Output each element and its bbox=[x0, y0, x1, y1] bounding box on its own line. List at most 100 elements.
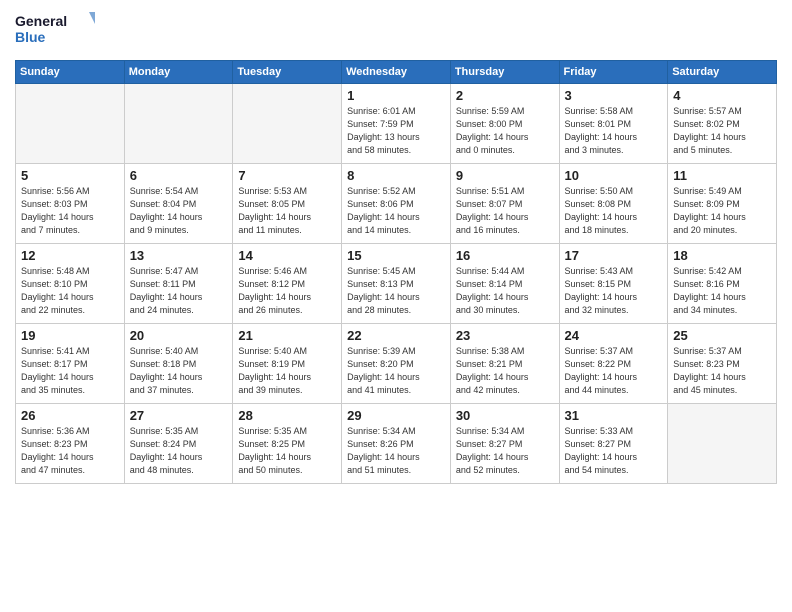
day-number: 29 bbox=[347, 408, 445, 423]
calendar-cell: 13 Sunrise: 5:47 AMSunset: 8:11 PMDayligh… bbox=[124, 244, 233, 324]
day-number: 31 bbox=[565, 408, 663, 423]
day-info: Sunrise: 5:37 AMSunset: 8:23 PMDaylight:… bbox=[673, 345, 771, 397]
day-info: Sunrise: 5:57 AMSunset: 8:02 PMDaylight:… bbox=[673, 105, 771, 157]
day-info: Sunrise: 5:56 AMSunset: 8:03 PMDaylight:… bbox=[21, 185, 119, 237]
weekday-header-friday: Friday bbox=[559, 61, 668, 84]
day-number: 30 bbox=[456, 408, 554, 423]
calendar-week-row-3: 12Sunrise: 5:48 AMSunset: 8:10 PMDayligh… bbox=[16, 244, 777, 324]
calendar-cell: 11 Sunrise: 5:49 AMSunset: 8:09 PMDayligh… bbox=[668, 164, 777, 244]
day-info: Sunrise: 5:37 AMSunset: 8:22 PMDaylight:… bbox=[565, 345, 663, 397]
calendar-cell: 2Sunrise: 5:59 AMSunset: 8:00 PMDaylight… bbox=[450, 84, 559, 164]
day-info: Sunrise: 5:49 AMSunset: 8:09 PMDaylight:… bbox=[673, 185, 771, 237]
day-info: Sunrise: 5:53 AMSunset: 8:05 PMDaylight:… bbox=[238, 185, 336, 237]
calendar-cell: 8Sunrise: 5:52 AMSunset: 8:06 PMDaylight… bbox=[342, 164, 451, 244]
day-info: Sunrise: 6:01 AMSunset: 7:59 PMDaylight:… bbox=[347, 105, 445, 157]
calendar-cell: 17Sunrise: 5:43 AMSunset: 8:15 PMDayligh… bbox=[559, 244, 668, 324]
calendar-cell: 15 Sunrise: 5:45 AMSunset: 8:13 PMDayligh… bbox=[342, 244, 451, 324]
calendar-cell: 26 Sunrise: 5:36 AMSunset: 8:23 PMDayligh… bbox=[16, 404, 125, 484]
day-number: 21 bbox=[238, 328, 336, 343]
day-number: 25 bbox=[673, 328, 771, 343]
day-info: Sunrise: 5:47 AMSunset: 8:11 PMDaylight:… bbox=[130, 265, 228, 317]
calendar-cell: 14 Sunrise: 5:46 AMSunset: 8:12 PMDayligh… bbox=[233, 244, 342, 324]
day-info: Sunrise: 5:35 AMSunset: 8:25 PMDaylight:… bbox=[238, 425, 336, 477]
calendar-cell bbox=[124, 84, 233, 164]
day-number: 24 bbox=[565, 328, 663, 343]
day-info: Sunrise: 5:44 AMSunset: 8:14 PMDaylight:… bbox=[456, 265, 554, 317]
day-info: Sunrise: 5:38 AMSunset: 8:21 PMDaylight:… bbox=[456, 345, 554, 397]
logo: General Blue bbox=[15, 10, 95, 52]
calendar-cell: 6 Sunrise: 5:54 AMSunset: 8:04 PMDaylight… bbox=[124, 164, 233, 244]
day-number: 12 bbox=[21, 248, 119, 263]
day-info: Sunrise: 5:34 AMSunset: 8:26 PMDaylight:… bbox=[347, 425, 445, 477]
day-number: 18 bbox=[673, 248, 771, 263]
calendar-cell: 24 Sunrise: 5:37 AMSunset: 8:22 PMDayligh… bbox=[559, 324, 668, 404]
day-info: Sunrise: 5:52 AMSunset: 8:06 PMDaylight:… bbox=[347, 185, 445, 237]
calendar-cell bbox=[668, 404, 777, 484]
day-number: 1 bbox=[347, 88, 445, 103]
day-info: Sunrise: 5:58 AMSunset: 8:01 PMDaylight:… bbox=[565, 105, 663, 157]
logo-svg: General Blue bbox=[15, 10, 95, 52]
calendar-cell: 25 Sunrise: 5:37 AMSunset: 8:23 PMDayligh… bbox=[668, 324, 777, 404]
day-info: Sunrise: 5:46 AMSunset: 8:12 PMDaylight:… bbox=[238, 265, 336, 317]
calendar-table: SundayMondayTuesdayWednesdayThursdayFrid… bbox=[15, 60, 777, 484]
calendar-cell: 23 Sunrise: 5:38 AMSunset: 8:21 PMDayligh… bbox=[450, 324, 559, 404]
calendar-cell: 10 Sunrise: 5:50 AMSunset: 8:08 PMDayligh… bbox=[559, 164, 668, 244]
day-number: 26 bbox=[21, 408, 119, 423]
calendar-cell: 29 Sunrise: 5:34 AMSunset: 8:26 PMDayligh… bbox=[342, 404, 451, 484]
page: General Blue SundayMondayTuesdayWednesda… bbox=[0, 0, 792, 612]
calendar-cell: 30 Sunrise: 5:34 AMSunset: 8:27 PMDayligh… bbox=[450, 404, 559, 484]
day-number: 15 bbox=[347, 248, 445, 263]
calendar-cell: 20 Sunrise: 5:40 AMSunset: 8:18 PMDayligh… bbox=[124, 324, 233, 404]
day-info: Sunrise: 5:54 AMSunset: 8:04 PMDaylight:… bbox=[130, 185, 228, 237]
day-number: 4 bbox=[673, 88, 771, 103]
weekday-header-thursday: Thursday bbox=[450, 61, 559, 84]
calendar-cell: 9 Sunrise: 5:51 AMSunset: 8:07 PMDaylight… bbox=[450, 164, 559, 244]
day-info: Sunrise: 5:41 AMSunset: 8:17 PMDaylight:… bbox=[21, 345, 119, 397]
day-info: Sunrise: 5:40 AMSunset: 8:18 PMDaylight:… bbox=[130, 345, 228, 397]
calendar-week-row-5: 26 Sunrise: 5:36 AMSunset: 8:23 PMDayligh… bbox=[16, 404, 777, 484]
weekday-header-wednesday: Wednesday bbox=[342, 61, 451, 84]
day-info: Sunrise: 5:36 AMSunset: 8:23 PMDaylight:… bbox=[21, 425, 119, 477]
day-number: 22 bbox=[347, 328, 445, 343]
day-number: 14 bbox=[238, 248, 336, 263]
day-info: Sunrise: 5:40 AMSunset: 8:19 PMDaylight:… bbox=[238, 345, 336, 397]
day-info: Sunrise: 5:51 AMSunset: 8:07 PMDaylight:… bbox=[456, 185, 554, 237]
day-number: 5 bbox=[21, 168, 119, 183]
day-number: 13 bbox=[130, 248, 228, 263]
weekday-header-monday: Monday bbox=[124, 61, 233, 84]
calendar-cell: 18Sunrise: 5:42 AMSunset: 8:16 PMDayligh… bbox=[668, 244, 777, 324]
weekday-header-sunday: Sunday bbox=[16, 61, 125, 84]
day-number: 23 bbox=[456, 328, 554, 343]
day-number: 19 bbox=[21, 328, 119, 343]
day-info: Sunrise: 5:45 AMSunset: 8:13 PMDaylight:… bbox=[347, 265, 445, 317]
calendar-cell: 16 Sunrise: 5:44 AMSunset: 8:14 PMDayligh… bbox=[450, 244, 559, 324]
day-number: 6 bbox=[130, 168, 228, 183]
calendar-cell: 19 Sunrise: 5:41 AMSunset: 8:17 PMDayligh… bbox=[16, 324, 125, 404]
day-info: Sunrise: 5:43 AMSunset: 8:15 PMDaylight:… bbox=[565, 265, 663, 317]
calendar-cell: 12Sunrise: 5:48 AMSunset: 8:10 PMDayligh… bbox=[16, 244, 125, 324]
day-info: Sunrise: 5:34 AMSunset: 8:27 PMDaylight:… bbox=[456, 425, 554, 477]
weekday-header-row: SundayMondayTuesdayWednesdayThursdayFrid… bbox=[16, 61, 777, 84]
calendar-week-row-2: 5 Sunrise: 5:56 AMSunset: 8:03 PMDaylight… bbox=[16, 164, 777, 244]
day-number: 16 bbox=[456, 248, 554, 263]
day-number: 11 bbox=[673, 168, 771, 183]
svg-text:Blue: Blue bbox=[15, 29, 46, 45]
header: General Blue bbox=[15, 10, 777, 52]
day-number: 3 bbox=[565, 88, 663, 103]
day-info: Sunrise: 5:35 AMSunset: 8:24 PMDaylight:… bbox=[130, 425, 228, 477]
calendar-cell: 1 Sunrise: 6:01 AMSunset: 7:59 PMDaylight… bbox=[342, 84, 451, 164]
calendar-cell bbox=[16, 84, 125, 164]
day-info: Sunrise: 5:50 AMSunset: 8:08 PMDaylight:… bbox=[565, 185, 663, 237]
day-number: 10 bbox=[565, 168, 663, 183]
calendar-week-row-1: 1 Sunrise: 6:01 AMSunset: 7:59 PMDaylight… bbox=[16, 84, 777, 164]
calendar-cell: 28Sunrise: 5:35 AMSunset: 8:25 PMDayligh… bbox=[233, 404, 342, 484]
day-number: 27 bbox=[130, 408, 228, 423]
calendar-cell: 22Sunrise: 5:39 AMSunset: 8:20 PMDayligh… bbox=[342, 324, 451, 404]
day-number: 20 bbox=[130, 328, 228, 343]
calendar-cell: 4 Sunrise: 5:57 AMSunset: 8:02 PMDaylight… bbox=[668, 84, 777, 164]
day-info: Sunrise: 5:33 AMSunset: 8:27 PMDaylight:… bbox=[565, 425, 663, 477]
day-number: 9 bbox=[456, 168, 554, 183]
calendar-cell: 7Sunrise: 5:53 AMSunset: 8:05 PMDaylight… bbox=[233, 164, 342, 244]
calendar-cell bbox=[233, 84, 342, 164]
day-number: 2 bbox=[456, 88, 554, 103]
